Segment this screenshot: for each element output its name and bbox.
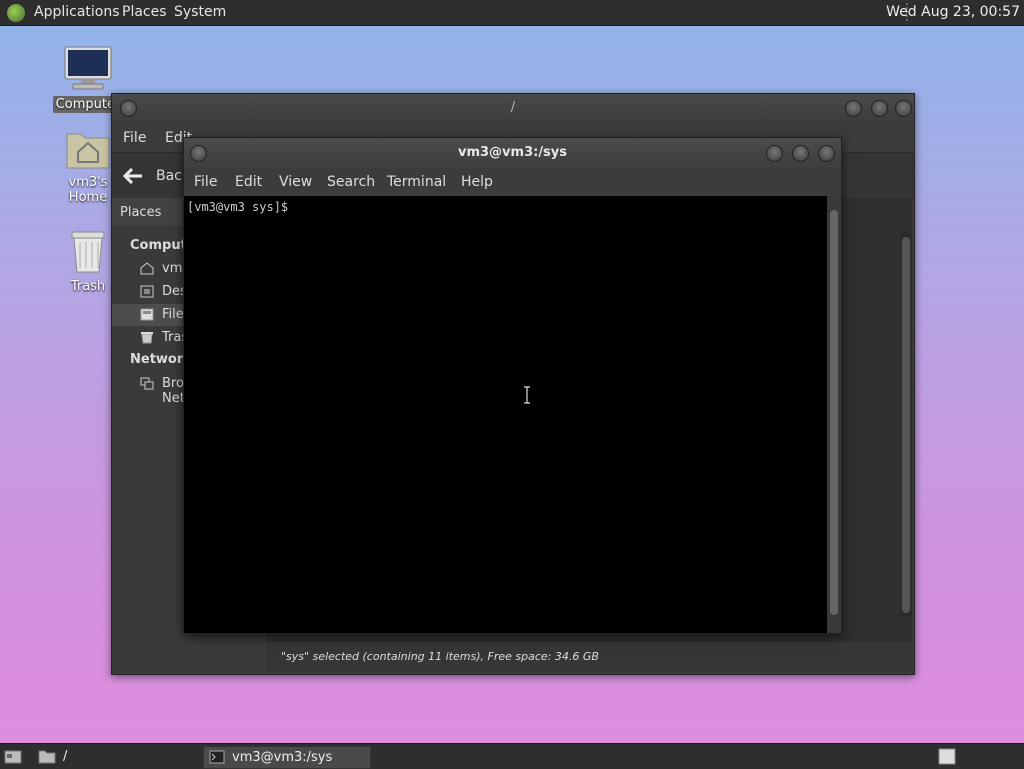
trash-icon bbox=[71, 231, 105, 273]
window-titlebar[interactable]: vm3@vm3:/sys bbox=[184, 138, 841, 168]
menu-file[interactable]: File bbox=[123, 130, 146, 146]
workspace-switcher-icon[interactable] bbox=[938, 748, 956, 765]
terminal-scrollbar[interactable] bbox=[827, 196, 841, 633]
menu-terminal[interactable]: Terminal bbox=[387, 174, 446, 190]
text-cursor-icon bbox=[524, 386, 530, 404]
shell-prompt: [vm3@vm3 sys]$ bbox=[187, 200, 296, 214]
menu-edit[interactable]: Edit bbox=[235, 174, 262, 190]
show-desktop-icon[interactable] bbox=[4, 749, 22, 764]
bottom-panel: / vm3@vm3:/sys bbox=[0, 743, 1024, 769]
applications-menu[interactable]: Applications bbox=[34, 4, 120, 20]
menu-view[interactable]: View bbox=[279, 174, 312, 190]
trash-icon bbox=[141, 332, 153, 344]
taskbar-item-file-manager[interactable]: / bbox=[36, 746, 186, 767]
folder-icon bbox=[38, 750, 56, 764]
close-button[interactable] bbox=[818, 145, 835, 162]
network-icon bbox=[140, 377, 154, 390]
scrollbar-thumb[interactable] bbox=[830, 210, 838, 615]
menu-file[interactable]: File bbox=[194, 174, 217, 190]
window-title: vm3@vm3:/sys bbox=[457, 145, 568, 160]
desktop-icon bbox=[140, 285, 154, 298]
taskbar-item-label: / bbox=[63, 749, 68, 764]
terminal-window[interactable]: vm3@vm3:/sys File Edit View Search Termi… bbox=[183, 137, 842, 634]
places-menu[interactable]: Places bbox=[122, 4, 167, 20]
menu-search[interactable]: Search bbox=[327, 174, 375, 190]
home-folder-icon bbox=[66, 133, 110, 169]
maximize-button[interactable] bbox=[792, 145, 809, 162]
desktop-icon-label: Trash bbox=[70, 279, 106, 294]
terminal-output[interactable]: [vm3@vm3 sys]$ bbox=[184, 196, 826, 631]
maximize-button[interactable] bbox=[871, 100, 888, 117]
top-panel: Applications Places System Wed Aug 23, 0… bbox=[0, 0, 1024, 26]
back-button[interactable]: Back bbox=[120, 159, 190, 193]
minimize-button[interactable] bbox=[766, 145, 783, 162]
computer-icon bbox=[64, 46, 112, 90]
statusbar: "sys" selected (containing 11 items), Fr… bbox=[266, 642, 912, 672]
places-label: Places bbox=[120, 205, 162, 220]
distro-logo-icon[interactable] bbox=[7, 4, 25, 22]
window-titlebar[interactable]: / bbox=[112, 94, 914, 122]
terminal-icon bbox=[209, 750, 225, 764]
file-view-scrollbar[interactable] bbox=[901, 234, 911, 616]
taskbar-item-terminal[interactable]: vm3@vm3:/sys bbox=[203, 746, 371, 769]
system-menu[interactable]: System bbox=[174, 4, 226, 20]
close-button[interactable] bbox=[895, 100, 912, 117]
menubar: File Edit View Search Terminal Help bbox=[184, 168, 841, 196]
status-text: "sys" selected (containing 11 items), Fr… bbox=[281, 650, 599, 663]
filesystem-icon bbox=[140, 308, 154, 321]
minimize-button[interactable] bbox=[845, 100, 862, 117]
home-icon bbox=[140, 262, 154, 275]
menu-help[interactable]: Help bbox=[461, 174, 493, 190]
back-arrow-icon bbox=[122, 167, 142, 185]
window-title: / bbox=[510, 100, 516, 115]
clock[interactable]: Wed Aug 23, 00:57 bbox=[886, 4, 1020, 20]
scrollbar-thumb[interactable] bbox=[902, 237, 910, 613]
taskbar-item-label: vm3@vm3:/sys bbox=[232, 750, 333, 765]
